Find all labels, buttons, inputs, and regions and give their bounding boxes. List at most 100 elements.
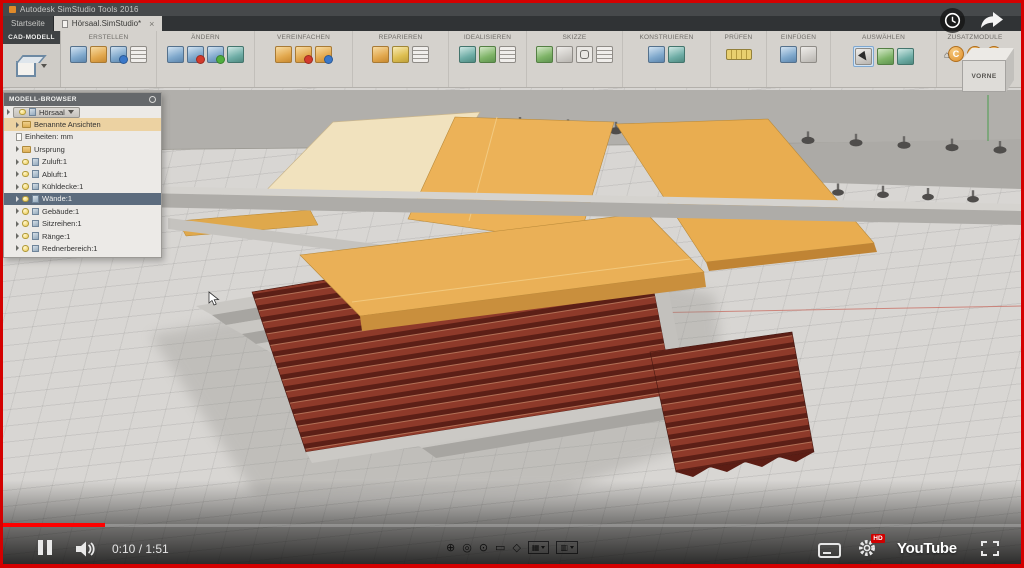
insert-mesh-icon[interactable] xyxy=(780,46,797,63)
tree-item-origin[interactable]: Ursprung xyxy=(4,143,161,155)
expand-arrow-icon[interactable] xyxy=(16,171,19,177)
select-component-icon[interactable] xyxy=(897,48,914,65)
youtube-logo[interactable]: YouTube xyxy=(897,540,957,557)
construct-axis-icon[interactable] xyxy=(668,46,685,63)
modify-combine-icon[interactable] xyxy=(227,46,244,63)
tree-item-gebaeude[interactable]: Gebäude:1 xyxy=(4,205,161,217)
visibility-bulb-icon[interactable] xyxy=(22,220,29,227)
ribbon-group-konstruieren: KONSTRUIEREN xyxy=(623,31,711,87)
expand-arrow-icon[interactable] xyxy=(16,159,19,165)
watch-later-button[interactable] xyxy=(939,7,966,39)
expand-arrow-icon[interactable] xyxy=(16,245,19,251)
tree-item-sitzreihen[interactable]: Sitzreihen:1 xyxy=(4,218,161,230)
component-icon xyxy=(32,195,40,203)
cad-modell-icon[interactable] xyxy=(3,44,60,87)
share-button[interactable] xyxy=(979,10,1005,35)
document-icon xyxy=(16,133,22,141)
tree-item-rednerbereich[interactable]: Rednerbereich:1 xyxy=(4,242,161,254)
visibility-bulb-icon[interactable] xyxy=(22,233,29,240)
viewcube-front-face[interactable]: VORNE xyxy=(962,60,1006,92)
tree-item-units[interactable]: Einheiten: mm xyxy=(4,131,161,143)
tree-item-label: Sitzreihen:1 xyxy=(42,219,82,228)
document-tab-bar: Startseite Hörsaal.SimStudio* × xyxy=(3,16,1021,31)
tree-item-named-views[interactable]: Benannte Ansichten xyxy=(4,118,161,130)
visibility-bulb-icon[interactable] xyxy=(22,196,29,203)
tree-item-raenge[interactable]: Ränge:1 xyxy=(4,230,161,242)
simplify-remove-icon[interactable] xyxy=(295,46,312,63)
viewcube-top-face[interactable] xyxy=(962,48,1014,60)
modify-add-icon[interactable] xyxy=(207,46,224,63)
seating-rows-right xyxy=(650,332,814,472)
viewcube[interactable]: VORNE xyxy=(962,48,1022,100)
visibility-bulb-icon[interactable] xyxy=(22,183,29,190)
expand-arrow-icon[interactable] xyxy=(16,196,19,202)
home-icon[interactable]: ⌂ xyxy=(944,50,950,61)
modify-delete-icon[interactable] xyxy=(187,46,204,63)
select-body-icon[interactable] xyxy=(877,48,894,65)
tree-item-label: Benannte Ansichten xyxy=(34,120,101,129)
visibility-bulb-icon[interactable] xyxy=(22,171,29,178)
component-icon xyxy=(32,208,40,216)
player-border-left xyxy=(0,0,3,568)
expand-arrow-icon[interactable] xyxy=(16,221,19,227)
ribbon-group-aendern: ÄNDERN xyxy=(157,31,255,87)
player-border-bottom xyxy=(0,564,1024,568)
create-box-icon[interactable] xyxy=(70,46,87,63)
simplify-replace-icon[interactable] xyxy=(315,46,332,63)
select-cursor-icon[interactable] xyxy=(855,48,872,65)
cad-modell-block[interactable]: CAD-MODELL xyxy=(3,31,61,87)
repair-warn-icon[interactable] xyxy=(392,46,409,63)
sketch-more-icon[interactable] xyxy=(596,46,613,63)
sketch-rect-icon[interactable] xyxy=(576,46,593,63)
gear-icon[interactable] xyxy=(149,96,156,103)
repair-flag-icon[interactable] xyxy=(372,46,389,63)
visibility-bulb-icon[interactable] xyxy=(19,109,26,116)
idealize-midsurface-icon[interactable] xyxy=(479,46,496,63)
measure-icon[interactable] xyxy=(726,49,752,60)
tree-item-label: Abluft:1 xyxy=(42,170,67,179)
subtitles-button[interactable] xyxy=(818,543,841,558)
expand-arrow-icon[interactable] xyxy=(16,146,19,152)
construct-plane-icon[interactable] xyxy=(648,46,665,63)
progress-track[interactable] xyxy=(3,524,1021,527)
expand-arrow-icon[interactable] xyxy=(16,122,19,128)
expand-arrow-icon[interactable] xyxy=(7,109,10,115)
ribbon-group-skizze: SKIZZE xyxy=(527,31,623,87)
visibility-bulb-icon[interactable] xyxy=(22,245,29,252)
ribbon-group-erstellen: ERSTELLEN xyxy=(61,31,157,87)
tree-item-kuehldecke[interactable]: Kühldecke:1 xyxy=(4,180,161,192)
tab-document[interactable]: Hörsaal.SimStudio* × xyxy=(54,16,163,31)
model-browser-header[interactable]: MODELL-BROWSER xyxy=(4,93,161,106)
tree-item-abluft[interactable]: Abluft:1 xyxy=(4,168,161,180)
modify-press-icon[interactable] xyxy=(167,46,184,63)
close-icon[interactable]: × xyxy=(149,19,154,29)
sketch-create-icon[interactable] xyxy=(536,46,553,63)
idealize-shell-icon[interactable] xyxy=(459,46,476,63)
expand-arrow-icon[interactable] xyxy=(16,208,19,214)
fullscreen-button[interactable] xyxy=(981,541,999,556)
sketch-project-icon[interactable] xyxy=(556,46,573,63)
tree-item-selected[interactable]: Wände:1 xyxy=(4,193,161,205)
repair-report-icon[interactable] xyxy=(412,46,429,63)
ribbon-group-reparieren: REPARIEREN xyxy=(353,31,449,87)
visibility-bulb-icon[interactable] xyxy=(22,159,29,166)
insert-file-icon[interactable] xyxy=(800,46,817,63)
visibility-bulb-icon[interactable] xyxy=(22,208,29,215)
tree-item-root[interactable]: Hörsaal xyxy=(4,106,161,118)
pause-button[interactable] xyxy=(38,540,52,555)
tab-startseite[interactable]: Startseite xyxy=(3,16,54,31)
cad-modell-tab[interactable]: CAD-MODELL xyxy=(3,31,60,44)
mouse-cursor xyxy=(208,291,221,312)
tree-item-label: Wände:1 xyxy=(42,194,72,203)
progress-bar-filled[interactable] xyxy=(3,523,105,527)
idealize-report-icon[interactable] xyxy=(499,46,516,63)
create-pattern-list-icon[interactable] xyxy=(130,46,147,63)
expand-arrow-icon[interactable] xyxy=(16,184,19,190)
tree-item-zuluft[interactable]: Zuluft:1 xyxy=(4,156,161,168)
volume-button[interactable] xyxy=(76,541,100,562)
expand-arrow-icon[interactable] xyxy=(16,233,19,239)
create-revolve-icon[interactable] xyxy=(110,46,127,63)
ribbon-group-pruefen: PRÜFEN xyxy=(711,31,767,87)
create-extrude-icon[interactable] xyxy=(90,46,107,63)
simplify-merge-icon[interactable] xyxy=(275,46,292,63)
